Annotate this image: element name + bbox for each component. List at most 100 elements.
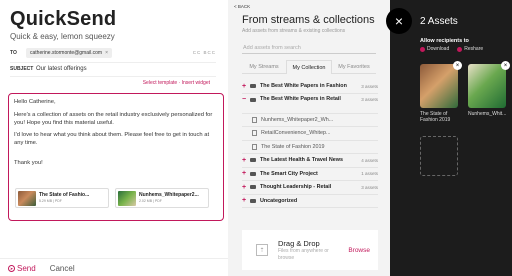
reshare-permission[interactable]: Reshare xyxy=(457,46,483,52)
send-label: Send xyxy=(17,264,36,273)
collection-name: Uncategorized xyxy=(260,197,298,204)
subject-row[interactable]: SUBJECT Our latest offerings xyxy=(10,66,216,72)
body-paragraph: I'd love to hear what you think about th… xyxy=(14,132,210,147)
collection-row[interactable]: − The Best White Papers in Retail 3 asse… xyxy=(242,94,378,114)
attachment-card[interactable]: Nunhems_Whitepaper2... 2.02 MB | PDF xyxy=(115,188,209,208)
collapse-icon[interactable]: − xyxy=(242,96,250,103)
folder-icon xyxy=(250,185,256,190)
expand-icon[interactable]: + xyxy=(242,184,250,191)
asset-thumbnail xyxy=(468,64,506,108)
upload-icon: ⇡ xyxy=(256,244,268,256)
permission-label: Reshare xyxy=(464,46,484,52)
asset-row[interactable]: Nunhems_Whitepaper2_Wh... xyxy=(242,114,378,127)
asset-row[interactable]: The State of Fashion 2019 xyxy=(242,141,378,154)
permissions-label: Allow recipients to xyxy=(420,38,469,44)
to-label: TO xyxy=(10,50,17,56)
brand-title: QuickSend xyxy=(10,8,117,30)
remove-asset-icon[interactable]: × xyxy=(453,61,462,70)
recipient-chip[interactable]: catherine.stormonte@gmail.com × xyxy=(26,48,112,58)
collection-name: The Smart City Project xyxy=(260,170,318,177)
compose-actions: ➤ Send Cancel xyxy=(8,264,75,273)
remove-asset-icon[interactable]: × xyxy=(501,61,510,70)
compose-panel: QuickSend Quick & easy, lemon squeezy TO… xyxy=(0,0,228,276)
collection-row[interactable]: + The Smart City Project 1 assets xyxy=(242,168,378,181)
back-button[interactable]: < BACK xyxy=(234,4,250,9)
attachment-meta: 5.29 MB | PDF xyxy=(39,199,62,204)
document-icon xyxy=(252,130,257,137)
attachment-card[interactable]: The State of Fashio... 5.29 MB | PDF xyxy=(15,188,109,208)
permissions: Download Reshare xyxy=(420,46,483,52)
search-input[interactable]: Add assets from search xyxy=(242,42,376,54)
send-icon: ➤ xyxy=(8,265,15,272)
selected-assets: × The State of Fashion 2019 × Nunhems_Wh… xyxy=(420,61,510,123)
folder-icon xyxy=(250,171,256,176)
subject-input[interactable]: Our latest offerings xyxy=(36,66,87,72)
send-button[interactable]: ➤ Send xyxy=(8,264,36,273)
permission-label: Download xyxy=(427,46,450,52)
tab-my-streams[interactable]: My Streams xyxy=(242,60,286,74)
assets-panel: 2 Assets Allow recipients to Download Re… xyxy=(390,0,512,276)
recipient-email: catherine.stormonte@gmail.com xyxy=(30,50,103,56)
expand-icon[interactable]: + xyxy=(242,83,250,90)
asset-name: RetailConvenience_Whitep... xyxy=(261,130,331,137)
asset-count: 1 assets xyxy=(361,171,378,177)
add-asset-placeholder[interactable] xyxy=(420,136,458,176)
asset-thumbnail xyxy=(420,64,458,108)
asset-count: 3 assets xyxy=(361,83,378,89)
check-icon xyxy=(457,46,463,52)
attachment-thumbnail xyxy=(18,190,36,206)
insert-widget-link[interactable]: Insert widget xyxy=(182,80,210,86)
select-template-link[interactable]: Select template xyxy=(143,80,177,86)
close-icon[interactable]: × xyxy=(386,8,412,34)
collection-name: The Latest Health & Travel News xyxy=(260,157,343,164)
subject-label: SUBJECT xyxy=(10,66,34,72)
folder-icon xyxy=(250,158,256,163)
divider xyxy=(0,258,228,259)
message-body[interactable]: Hello Catherine, Here's a collection of … xyxy=(8,93,224,221)
cancel-button[interactable]: Cancel xyxy=(50,264,75,273)
check-icon xyxy=(420,46,425,52)
dropzone[interactable]: ⇡ Drag & Drop Files from anywhere or bro… xyxy=(242,230,378,270)
tab-my-collection[interactable]: My Collection xyxy=(286,60,332,74)
collection-name: The Best White Papers in Fashion xyxy=(260,83,347,90)
collection-tree: + The Best White Papers in Fashion 3 ass… xyxy=(242,80,378,208)
asset-label: Nunhems_Whit... xyxy=(468,111,507,117)
attachment-thumbnail xyxy=(118,190,136,206)
expand-icon[interactable]: + xyxy=(242,197,250,204)
folder-icon xyxy=(250,198,256,203)
expand-icon[interactable]: + xyxy=(242,157,250,164)
divider xyxy=(10,76,216,77)
expand-icon[interactable]: + xyxy=(242,170,250,177)
assets-title: 2 Assets xyxy=(420,16,458,27)
collection-row[interactable]: + The Best White Papers in Fashion 3 ass… xyxy=(242,80,378,94)
asset-count: 3 assets xyxy=(361,96,378,102)
cc-bcc-toggle[interactable]: CC BCC xyxy=(193,50,216,55)
library-tabs: My Streams My Collection My Favorites xyxy=(242,60,376,74)
template-links: Select template · Insert widget xyxy=(143,80,210,86)
collection-row[interactable]: + The Latest Health & Travel News 4 asse… xyxy=(242,154,378,168)
dropzone-title: Drag & Drop xyxy=(278,239,320,249)
asset-card[interactable]: × The State of Fashion 2019 xyxy=(420,61,462,123)
folder-icon xyxy=(250,97,256,102)
asset-card[interactable]: × Nunhems_Whit... xyxy=(468,61,510,123)
library-panel: < BACK From streams & collections Add as… xyxy=(228,0,390,276)
to-row: TO catherine.stormonte@gmail.com × CC BC… xyxy=(10,46,216,60)
collection-name: The Best White Papers in Retail xyxy=(260,95,341,102)
asset-name: Nunhems_Whitepaper2_Wh... xyxy=(261,116,334,123)
browse-button[interactable]: Browse xyxy=(348,247,370,254)
download-permission[interactable]: Download xyxy=(420,46,449,52)
asset-name: The State of Fashion 2019 xyxy=(261,143,325,150)
collection-row[interactable]: + Uncategorized xyxy=(242,195,378,208)
asset-count: 4 assets xyxy=(361,157,378,163)
dropzone-subtitle: Files from anywhere or browse xyxy=(278,248,329,261)
asset-label: The State of Fashion 2019 xyxy=(420,111,451,123)
library-subtitle: Add assets from streams & existing colle… xyxy=(242,28,346,34)
divider xyxy=(10,62,216,63)
collection-name: Thought Leadership - Retail xyxy=(260,184,332,191)
attachment-name: The State of Fashio... xyxy=(39,192,90,199)
tab-my-favorites[interactable]: My Favorites xyxy=(332,60,376,74)
attachment-name: Nunhems_Whitepaper2... xyxy=(139,192,199,199)
asset-row[interactable]: RetailConvenience_Whitep... xyxy=(242,127,378,141)
remove-recipient-icon[interactable]: × xyxy=(105,50,108,56)
collection-row[interactable]: + Thought Leadership - Retail 3 assets xyxy=(242,181,378,195)
